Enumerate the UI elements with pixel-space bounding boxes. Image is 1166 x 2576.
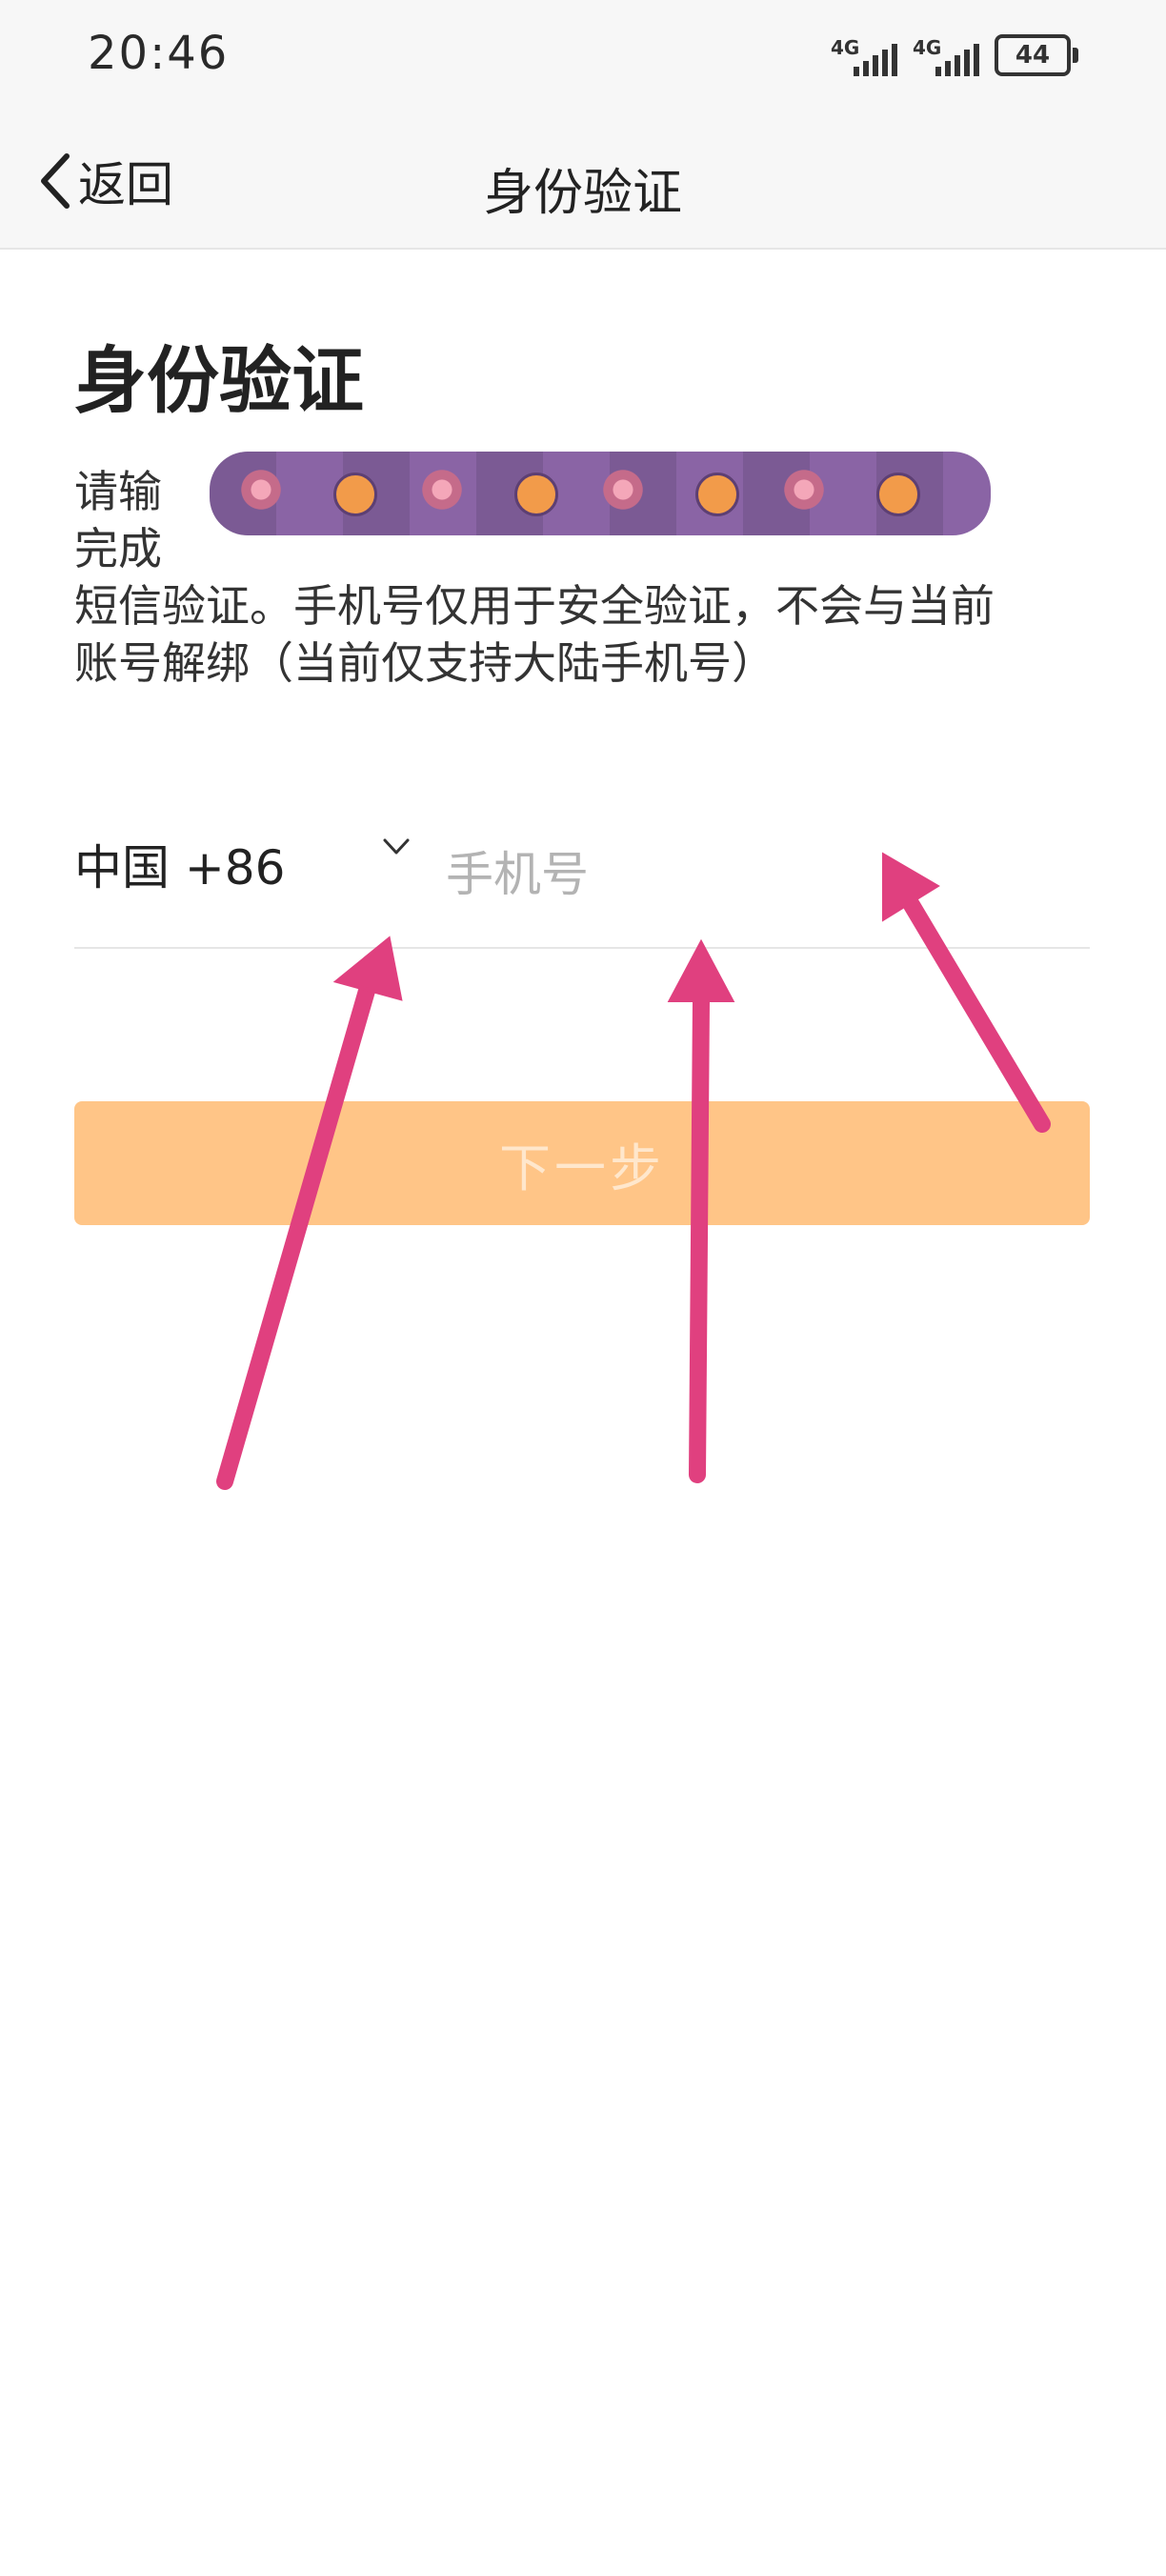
country-code-label: 中国 +86 bbox=[74, 840, 286, 896]
phone-input-row: 中国 +86 bbox=[74, 812, 1090, 949]
chevron-down-icon[interactable] bbox=[381, 836, 412, 857]
status-time: 20:46 bbox=[88, 27, 230, 80]
annotation-arrow-2 bbox=[689, 992, 710, 1483]
navigation-bar: 返回 身份验证 bbox=[0, 114, 1166, 250]
country-code-select[interactable]: 中国 +86 bbox=[74, 831, 417, 897]
phone-number-input[interactable] bbox=[444, 831, 1076, 918]
description-line-3: 账号解绑（当前仅支持大陆手机号） bbox=[74, 637, 775, 689]
status-indicators: 4G 4G 44 bbox=[831, 32, 1078, 80]
annotation-arrow-1 bbox=[216, 982, 375, 1490]
description-end: 完成 bbox=[74, 523, 162, 574]
redaction-sticker bbox=[210, 452, 991, 535]
description-line-2: 短信验证。手机号仅用于安全验证，不会与当前 bbox=[74, 580, 995, 632]
nav-title: 身份验证 bbox=[483, 165, 682, 222]
next-step-button[interactable]: 下一步 bbox=[74, 1101, 1090, 1225]
status-bar: 20:46 4G 4G 44 bbox=[0, 0, 1166, 114]
signal-icon-1: 4G bbox=[831, 36, 897, 80]
annotation-arrowhead-2 bbox=[667, 938, 735, 1002]
description-start: 请输 bbox=[74, 466, 162, 517]
page-title: 身份验证 bbox=[74, 338, 364, 423]
battery-level: 44 bbox=[1015, 41, 1051, 70]
signal-icon-2: 4G bbox=[913, 36, 979, 80]
battery-icon: 44 bbox=[995, 34, 1078, 76]
